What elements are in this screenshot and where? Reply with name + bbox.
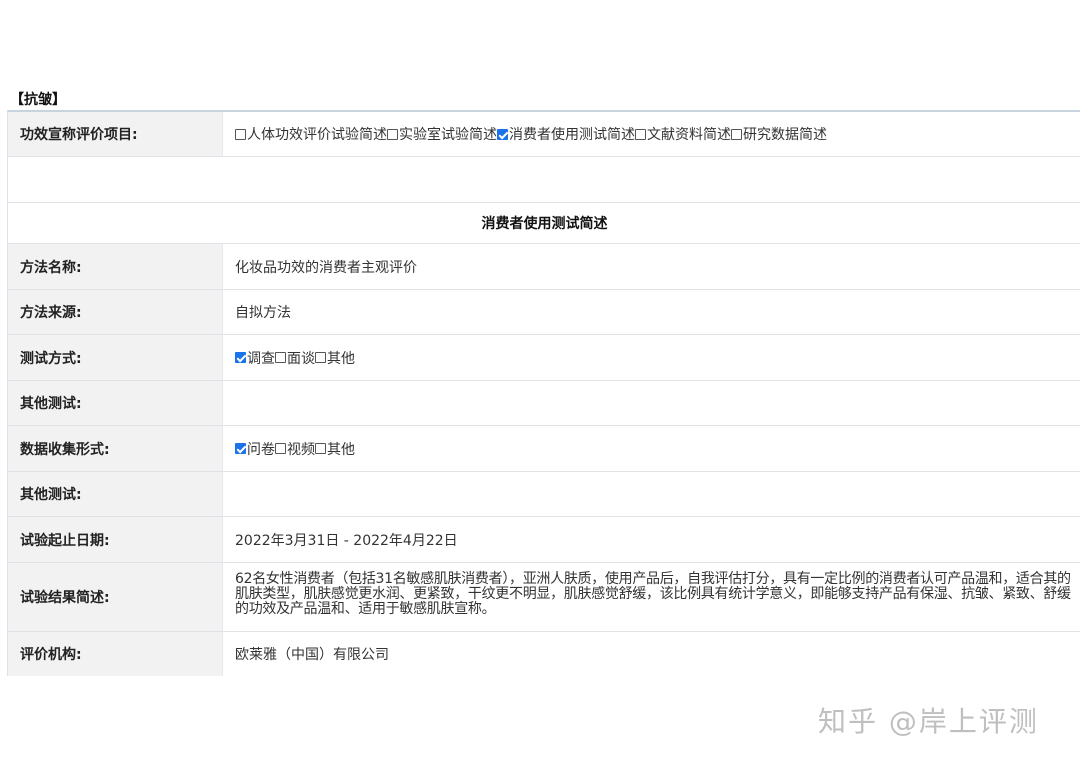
test-mode-option[interactable]: 调查 <box>235 348 275 368</box>
claim-option[interactable]: 实验室试验简述 <box>387 124 497 144</box>
claim-option[interactable]: 文献资料简述 <box>635 124 731 144</box>
test-mode-row: 测试方式: 调查 面谈 其他 <box>8 335 1080 381</box>
method-source-label: 方法来源: <box>8 290 223 334</box>
institution-label: 评价机构: <box>8 632 223 676</box>
checked-checkbox[interactable] <box>235 352 246 363</box>
checkbox[interactable] <box>275 443 286 454</box>
institution-value: 欧莱雅（中国）有限公司 <box>223 632 1080 676</box>
method-name-row: 方法名称: 化妆品功效的消费者主观评价 <box>8 244 1080 290</box>
claim-label: 功效宣称评价项目: <box>8 112 223 156</box>
test-mode-option[interactable]: 面谈 <box>275 348 315 368</box>
claim-option[interactable]: 消费者使用测试简述 <box>497 124 635 144</box>
claim-option-label: 研究数据简述 <box>743 127 827 143</box>
other-test-row-2: 其他测试: <box>8 472 1080 517</box>
blank-row <box>8 157 1080 203</box>
test-mode-label: 测试方式: <box>8 335 223 380</box>
test-mode-option[interactable]: 其他 <box>315 348 355 368</box>
checkbox[interactable] <box>731 128 742 140</box>
subheader-title: 消费者使用测试简述 <box>8 203 1080 243</box>
test-mode-option-label: 面谈 <box>287 350 315 367</box>
data-collection-option[interactable]: 问卷 <box>235 439 275 459</box>
test-mode-options: 调查 面谈 其他 <box>223 335 1080 380</box>
test-period-label: 试验起止日期: <box>8 517 223 562</box>
claim-options: 人体功效评价试验简述 实验室试验简述 消费者使用测试简述 文献资料简述 研究数据简述 <box>223 112 1080 156</box>
data-collection-options: 问卷 视频 其他 <box>223 426 1080 471</box>
result-summary-row: 试验结果简述: 62名女性消费者（包括31名敏感肌肤消费者），亚洲人肤质，使用产… <box>8 563 1080 632</box>
efficacy-form-table: 功效宣称评价项目: 人体功效评价试验简述 实验室试验简述 消费者使用测试简述 文献资料… <box>7 110 1080 676</box>
claim-option[interactable]: 研究数据简述 <box>731 124 827 144</box>
data-collection-option-label: 问卷 <box>247 441 275 458</box>
method-name-label: 方法名称: <box>8 244 223 289</box>
claim-row: 功效宣称评价项目: 人体功效评价试验简述 实验室试验简述 消费者使用测试简述 文献资料… <box>8 112 1080 157</box>
checkbox[interactable] <box>315 443 326 454</box>
test-mode-option-label: 其他 <box>327 350 355 367</box>
test-mode-option-label: 调查 <box>247 350 275 367</box>
other-test-row-1: 其他测试: <box>8 381 1080 426</box>
institution-row: 评价机构: 欧莱雅（中国）有限公司 <box>8 632 1080 676</box>
data-collection-option[interactable]: 其他 <box>315 439 355 459</box>
checkbox[interactable] <box>387 128 398 140</box>
result-summary-value: 62名女性消费者（包括31名敏感肌肤消费者），亚洲人肤质，使用产品后，自我评估打… <box>223 563 1080 631</box>
checkbox[interactable] <box>275 352 286 363</box>
data-collection-option-label: 其他 <box>327 441 355 458</box>
other-test-value-1 <box>223 381 1080 425</box>
data-collection-row: 数据收集形式: 问卷 视频 其他 <box>8 426 1080 472</box>
watermark: 知乎 @岸上评测 <box>818 705 1039 738</box>
checkbox[interactable] <box>635 128 646 140</box>
data-collection-option-label: 视频 <box>287 441 315 458</box>
result-summary-label: 试验结果简述: <box>8 563 223 631</box>
other-test-label-2: 其他测试: <box>8 472 223 516</box>
method-source-row: 方法来源: 自拟方法 <box>8 290 1080 335</box>
data-collection-option[interactable]: 视频 <box>275 439 315 459</box>
data-collection-label: 数据收集形式: <box>8 426 223 471</box>
claim-option-label: 文献资料简述 <box>647 127 731 143</box>
method-source-value: 自拟方法 <box>223 290 1080 334</box>
other-test-label-1: 其他测试: <box>8 381 223 425</box>
checked-checkbox[interactable] <box>497 128 508 140</box>
section-title: 【抗皱】 <box>10 92 66 108</box>
blank-cell <box>8 157 1080 202</box>
method-name-value: 化妆品功效的消费者主观评价 <box>223 244 1080 289</box>
test-period-value: 2022年3月31日 - 2022年4月22日 <box>223 517 1080 562</box>
checked-checkbox[interactable] <box>235 443 246 454</box>
test-period-row: 试验起止日期: 2022年3月31日 - 2022年4月22日 <box>8 517 1080 563</box>
checkbox[interactable] <box>315 352 326 363</box>
checkbox[interactable] <box>235 128 246 140</box>
claim-option-label: 人体功效评价试验简述 <box>247 127 387 143</box>
claim-option[interactable]: 人体功效评价试验简述 <box>235 124 387 144</box>
subheader-row: 消费者使用测试简述 <box>8 203 1080 244</box>
other-test-value-2 <box>223 472 1080 516</box>
claim-option-label: 消费者使用测试简述 <box>509 127 635 143</box>
claim-option-label: 实验室试验简述 <box>399 127 497 143</box>
